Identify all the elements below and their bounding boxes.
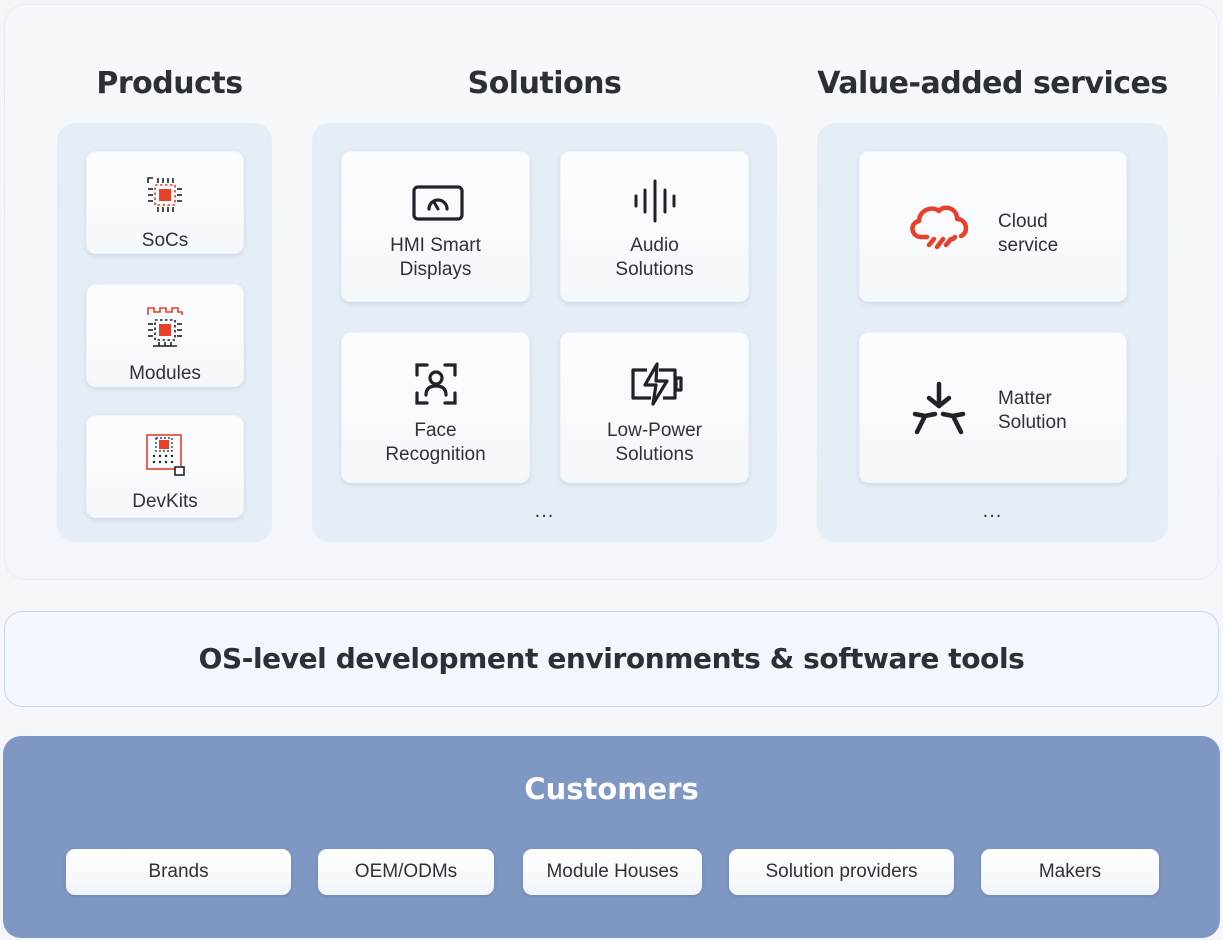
- low-power-battery-icon: [629, 362, 685, 406]
- service-label-matter: Matter Solution: [998, 388, 1067, 433]
- solution-card-audio[interactable]: Audio Solutions: [560, 151, 749, 302]
- services-title: Value-added services: [817, 66, 1168, 101]
- customer-pill-brands[interactable]: Brands: [66, 849, 291, 895]
- soc-chip-icon: [145, 175, 185, 215]
- product-label-modules: Modules: [129, 363, 201, 384]
- customer-pill-oem-odms[interactable]: OEM/ODMs: [318, 849, 494, 895]
- products-title: Products: [96, 66, 243, 101]
- product-label-devkits: DevKits: [132, 491, 198, 512]
- solution-label-face: Face Recognition: [385, 420, 486, 465]
- service-card-cloud[interactable]: Cloud service: [859, 151, 1127, 302]
- devkit-board-icon: [145, 433, 187, 477]
- customers-title: Customers: [524, 772, 699, 806]
- solution-card-face[interactable]: Face Recognition: [341, 332, 530, 483]
- service-label-cloud: Cloud service: [998, 211, 1059, 256]
- solution-card-lowpower[interactable]: Low-Power Solutions: [560, 332, 749, 483]
- solution-label-hmi: HMI Smart Displays: [390, 235, 481, 280]
- customer-pill-module-houses[interactable]: Module Houses: [523, 849, 702, 895]
- audio-waveform-icon: [632, 179, 678, 223]
- face-recognition-icon: [414, 362, 458, 406]
- product-card-modules[interactable]: Modules: [86, 284, 244, 387]
- service-card-matter[interactable]: Matter Solution: [859, 332, 1127, 483]
- module-chip-icon: [145, 306, 185, 348]
- os-layer-title: OS-level development environments & soft…: [198, 642, 1025, 675]
- product-label-socs: SoCs: [141, 230, 189, 251]
- solution-label-lowpower: Low-Power Solutions: [606, 420, 703, 465]
- solutions-title: Solutions: [467, 66, 622, 101]
- solution-card-hmi[interactable]: HMI Smart Displays: [341, 151, 530, 302]
- product-card-socs[interactable]: SoCs: [86, 151, 244, 254]
- customer-pill-solution-providers[interactable]: Solution providers: [729, 849, 954, 895]
- cloud-service-icon: [907, 203, 971, 253]
- smart-display-icon: [412, 185, 464, 221]
- matter-logo-icon: [911, 381, 967, 438]
- solutions-more: ...: [534, 500, 555, 522]
- services-more: ...: [982, 500, 1003, 522]
- solution-label-audio: Audio Solutions: [615, 235, 694, 280]
- product-card-devkits[interactable]: DevKits: [86, 415, 244, 518]
- customers-panel: [3, 736, 1220, 938]
- customer-pill-makers[interactable]: Makers: [981, 849, 1159, 895]
